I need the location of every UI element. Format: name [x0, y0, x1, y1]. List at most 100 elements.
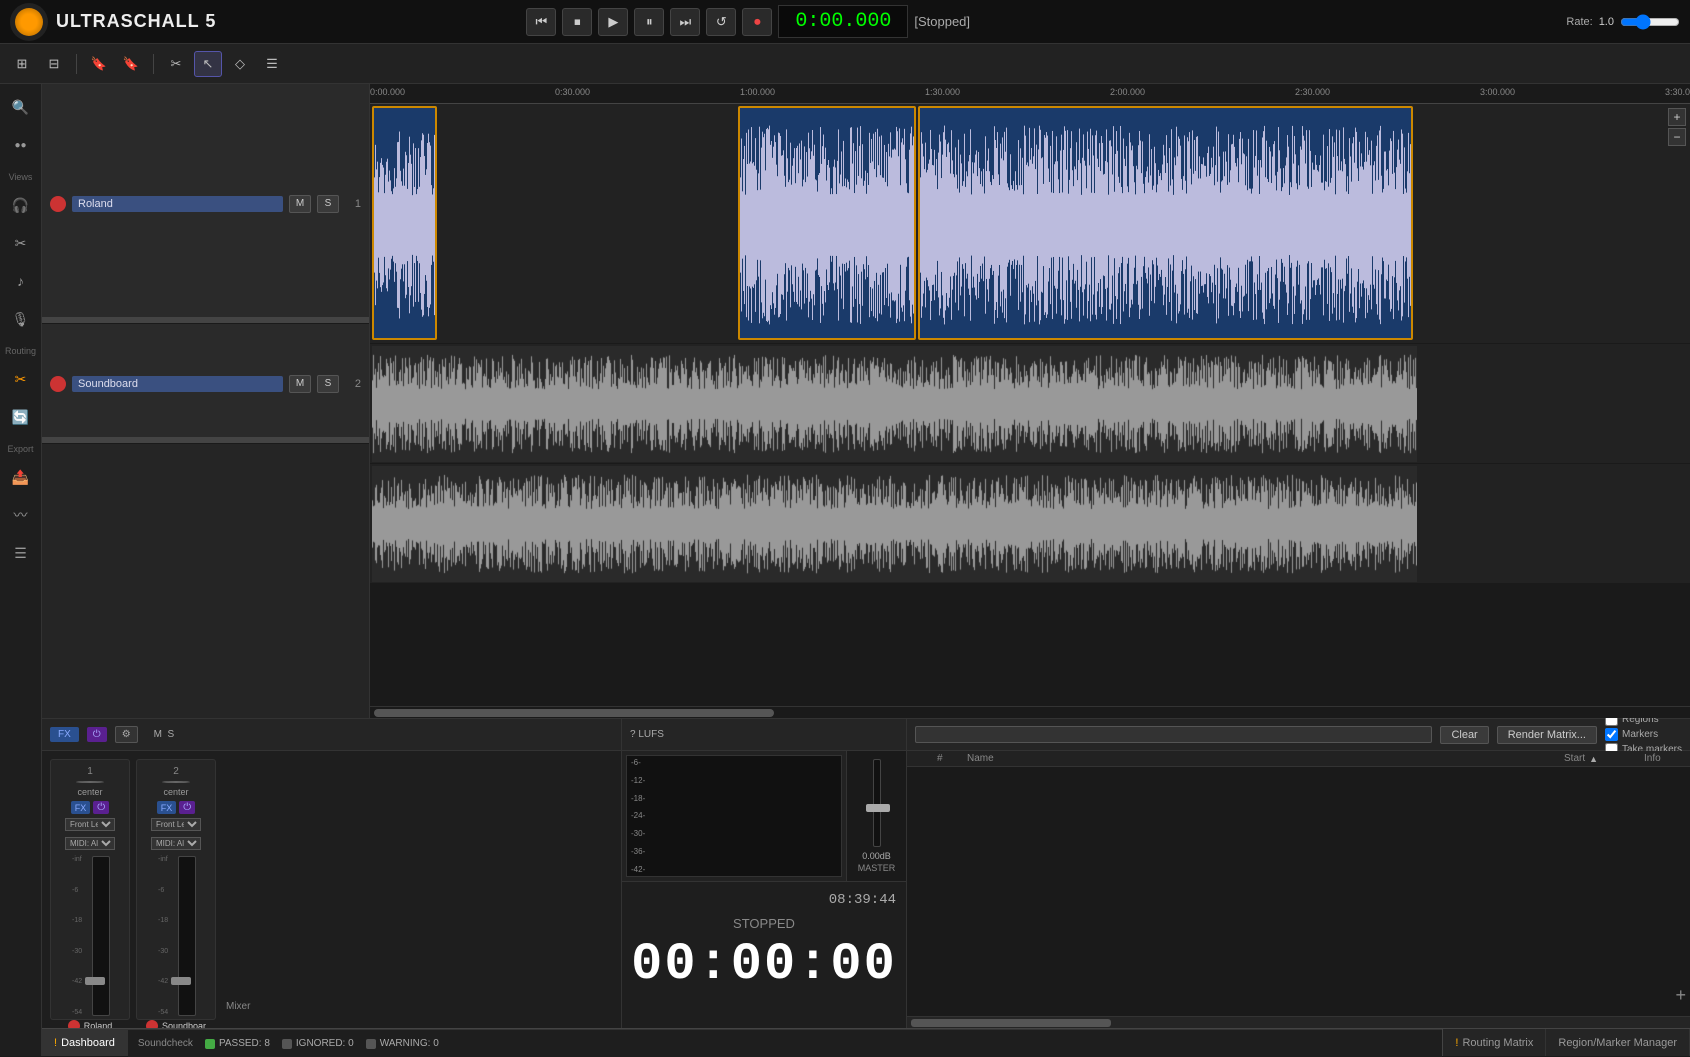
sidebar-icon-cut[interactable]: ✂	[6, 228, 36, 258]
skip-forward-button[interactable]: ⏭	[670, 8, 700, 36]
timeline-scrollbar[interactable]	[370, 706, 1690, 718]
sidebar-icon-scissors[interactable]: ✂	[6, 364, 36, 394]
stop-button[interactable]: ⏹	[562, 8, 592, 36]
channel-center-1: center	[77, 787, 102, 797]
track-resize-soundboard[interactable]	[42, 437, 369, 443]
zoom-out-button[interactable]: −	[1668, 128, 1686, 146]
rate-slider[interactable]	[1620, 14, 1680, 30]
marker-scrollbar-thumb[interactable]	[911, 1019, 1111, 1027]
tab-region-marker[interactable]: Region/Marker Manager	[1546, 1029, 1690, 1056]
sidebar-icon-search[interactable]: 🔍	[6, 92, 36, 122]
sidebar-label-views: Views	[9, 172, 33, 182]
add-track-button[interactable]: +	[1675, 985, 1686, 1006]
track-mute-soundboard[interactable]: M	[289, 375, 311, 393]
channel-fx-button-2[interactable]: FX	[157, 801, 177, 814]
markers-checkbox[interactable]	[1605, 728, 1618, 741]
scrollbar-thumb[interactable]	[374, 709, 774, 717]
fader-thumb-2[interactable]	[171, 977, 191, 985]
app-logo	[10, 3, 48, 41]
marker-col-start-header[interactable]: Start ▲	[1564, 753, 1644, 764]
waveform-clip-roland-3[interactable]	[918, 106, 1413, 340]
waveform-clip-roland-1[interactable]	[372, 106, 437, 340]
track-solo-soundboard[interactable]: S	[317, 375, 339, 393]
marker-top-controls: Clear Render Matrix... Regions Markers	[907, 719, 1690, 751]
mixer-settings-button[interactable]: ⚙	[115, 726, 138, 743]
marker-clear-button[interactable]: Clear	[1440, 726, 1488, 744]
channel-midi-select-1[interactable]: MIDI: All▼	[65, 837, 115, 850]
soundcheck-passed-dot	[205, 1039, 215, 1049]
bookmark-button-1[interactable]: 🔖	[85, 51, 113, 77]
channel-fx-button-1[interactable]: FX	[71, 801, 91, 814]
mixer-label: Mixer	[226, 1001, 250, 1012]
track-lane-roland[interactable]	[370, 104, 1690, 344]
bookmark-button-2[interactable]: 🔖	[117, 51, 145, 77]
channel-routing-select-1[interactable]: Front Le▼	[65, 818, 115, 831]
mixer-power-button[interactable]: ⏻	[87, 727, 107, 742]
master-fader-track[interactable]	[873, 759, 881, 847]
master-fader-thumb[interactable]	[866, 804, 890, 812]
sidebar-icon-export-2[interactable]: 〰	[6, 500, 36, 530]
channel-knob-2[interactable]	[162, 781, 190, 783]
app-title: ULTRASCHALL 5	[56, 11, 216, 32]
channel-fx-row-1: FX ⏻	[71, 801, 109, 814]
channel-power-1[interactable]: ⏻	[93, 801, 109, 814]
track-mute-roland[interactable]: M	[289, 195, 311, 213]
left-sidebar: 🔍 ●● Views 🎧 ✂ ♪ 🎙 Routing ✂ 🔄 Export 📤 …	[0, 84, 42, 1056]
play-button[interactable]: ▶	[598, 8, 628, 36]
marker-col-hash-header[interactable]: #	[937, 753, 967, 764]
zoom-in-button[interactable]: +	[1668, 108, 1686, 126]
track-name-soundboard[interactable]: Soundboard	[72, 376, 283, 392]
ruler-mark-4: 2:00.000	[1110, 87, 1145, 97]
marker-col-info-header[interactable]: Info	[1644, 753, 1684, 764]
skip-back-button[interactable]: ⏮	[526, 8, 556, 36]
channel-power-2[interactable]: ⏻	[179, 801, 195, 814]
sidebar-icon-cycle[interactable]: 🔄	[6, 402, 36, 432]
grid-view-button[interactable]: ⊞	[8, 51, 36, 77]
marker-list[interactable]	[907, 767, 1690, 1016]
sidebar-icon-headphones[interactable]: 🎧	[6, 190, 36, 220]
track-name-roland[interactable]: Roland	[72, 196, 283, 212]
track-lane-soundboard-2[interactable]	[370, 464, 1690, 584]
sort-arrow-icon: ▲	[1589, 754, 1598, 764]
waveform-clip-roland-2[interactable]	[738, 106, 916, 340]
record-button[interactable]: ⏺	[742, 8, 772, 36]
fader-track-1[interactable]	[92, 856, 110, 1016]
waveform-area[interactable]: + −	[370, 104, 1690, 706]
channel-record-dot-2[interactable]	[146, 1020, 158, 1028]
menu-tool-button[interactable]: ☰	[258, 51, 286, 77]
channel-routing-select-2[interactable]: Front Le▼	[151, 818, 201, 831]
track-resize-roland[interactable]	[42, 317, 369, 323]
fader-thumb-1[interactable]	[85, 977, 105, 985]
fader-track-2[interactable]	[178, 856, 196, 1016]
tab-dashboard[interactable]: ! Dashboard	[42, 1029, 128, 1056]
sidebar-icon-navigate[interactable]: ●●	[6, 130, 36, 160]
sidebar-icon-export-1[interactable]: 📤	[6, 462, 36, 492]
channel-record-dot-1[interactable]	[68, 1020, 80, 1028]
tab-warn-routing: !	[1455, 1037, 1458, 1049]
marker-render-button[interactable]: Render Matrix...	[1497, 726, 1597, 744]
marker-checkbox-markers: Markers	[1605, 728, 1682, 741]
soundcheck-panel: Soundcheck PASSED: 8 IGNORED: 0 WARNING:…	[128, 1029, 1443, 1057]
envelope-tool-button[interactable]: ◇	[226, 51, 254, 77]
marker-scrollbar[interactable]	[907, 1016, 1690, 1028]
pause-button[interactable]: ⏸	[634, 8, 664, 36]
track-record-roland[interactable]	[50, 196, 66, 212]
marker-search-input[interactable]	[915, 726, 1432, 743]
track-solo-roland[interactable]: S	[317, 195, 339, 213]
track-lane-soundboard-1[interactable]	[370, 344, 1690, 464]
channel-midi-select-2[interactable]: MIDI: All▼	[151, 837, 201, 850]
split-tool-button[interactable]: ✂	[162, 51, 190, 77]
tab-routing-matrix[interactable]: ! Routing Matrix	[1443, 1029, 1546, 1056]
grid-view-button-2[interactable]: ⊟	[40, 51, 68, 77]
sidebar-icon-mic[interactable]: 🎙	[6, 304, 36, 334]
mixer-fx-button[interactable]: FX	[50, 727, 79, 742]
sidebar-icon-export-3[interactable]: ☰	[6, 538, 36, 568]
channel-knob-1[interactable]	[76, 781, 104, 783]
track-record-soundboard[interactable]	[50, 376, 66, 392]
marker-col-name-header[interactable]: Name	[967, 753, 1564, 764]
select-tool-button[interactable]: ↖	[194, 51, 222, 77]
channel-name-1: Roland	[84, 1021, 113, 1028]
sidebar-icon-music[interactable]: ♪	[6, 266, 36, 296]
loop-button[interactable]: ↺	[706, 8, 736, 36]
master-label: MASTER	[858, 863, 896, 873]
